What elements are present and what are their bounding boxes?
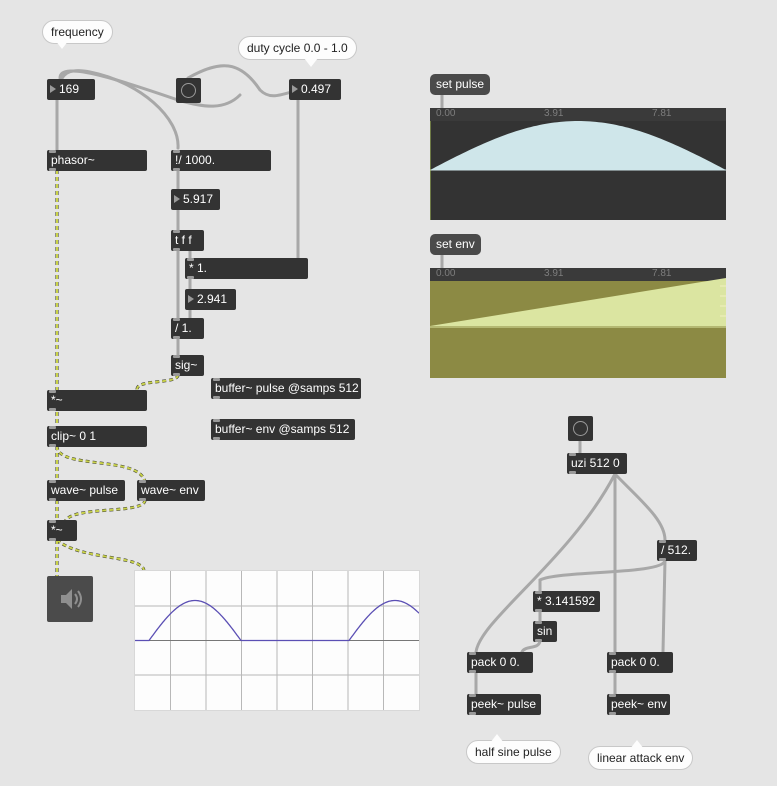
comment-half-sine-pulse: half sine pulse	[466, 740, 561, 764]
cord-div512-to-mulpi	[538, 558, 667, 594]
sig-object[interactable]: sig~	[171, 355, 204, 376]
sin-object[interactable]: sin	[533, 621, 557, 642]
comment-tail	[630, 740, 644, 749]
object-text: wave~ pulse	[51, 483, 119, 497]
object-text: pack 0 0.	[611, 655, 660, 669]
wave-pulse-object[interactable]: wave~ pulse	[47, 480, 125, 501]
object-text: !/ 1000.	[175, 153, 216, 167]
multiply-object[interactable]: * 1.	[185, 258, 308, 279]
object-text: *~	[51, 393, 63, 407]
object-text: clip~ 0 1	[51, 429, 97, 443]
comment-tail	[490, 734, 504, 743]
object-text: * 3.141592	[537, 594, 596, 608]
object-text: uzi 512 0	[571, 456, 620, 470]
object-text: buffer~ env @samps 512	[215, 422, 350, 436]
pack-object-2[interactable]: pack 0 0.	[607, 652, 673, 673]
patcher-canvas: frequency duty cycle 0.0 - 1.0 half sine…	[0, 0, 777, 786]
comment-tail	[304, 58, 318, 67]
uzi-bang-button[interactable]	[568, 416, 593, 441]
clip-object[interactable]: clip~ 0 1	[47, 426, 147, 447]
object-text: * 1.	[189, 261, 208, 275]
multiply-pi-object[interactable]: * 3.141592	[533, 591, 600, 612]
trigger-object[interactable]: t f f	[171, 230, 204, 251]
divide-object[interactable]: / 1.	[171, 318, 204, 339]
bang-button[interactable]	[176, 78, 201, 103]
object-text: t f f	[175, 233, 192, 247]
comment-duty-cycle: duty cycle 0.0 - 1.0	[238, 36, 357, 60]
signal-multiply-object[interactable]: *~	[47, 390, 147, 411]
object-text: peek~ pulse	[471, 697, 537, 711]
cord-bang-to-duty	[186, 64, 300, 98]
waveform-pulse[interactable]: 0.00 3.91 7.81	[430, 108, 726, 220]
speaker-icon	[61, 589, 82, 609]
duty-number[interactable]: 0.497	[289, 79, 341, 100]
dac-output[interactable]	[47, 576, 93, 622]
rdiv-object[interactable]: !/ 1000.	[171, 150, 271, 171]
comment-tail	[55, 40, 69, 49]
object-text: sin	[537, 624, 553, 638]
wave-env-object[interactable]: wave~ env	[137, 480, 205, 501]
frequency-number[interactable]: 169	[47, 79, 95, 100]
object-text: wave~ env	[141, 483, 199, 497]
comment-frequency: frequency	[42, 20, 113, 44]
pulse-width-number[interactable]: 2.941	[185, 289, 236, 310]
divide-512-object[interactable]: / 512.	[657, 540, 697, 561]
waveform-env[interactable]: 0.00 3.91 7.81	[430, 268, 726, 378]
object-text: buffer~ pulse @samps 512	[215, 381, 359, 395]
pack-object-1[interactable]: pack 0 0.	[467, 652, 533, 673]
peek-env-object[interactable]: peek~ env	[607, 694, 670, 715]
buffer-pulse-object[interactable]: buffer~ pulse @samps 512	[211, 378, 361, 399]
object-text: / 512.	[661, 543, 692, 557]
waveform-env-curve	[430, 278, 726, 328]
object-text: peek~ env	[611, 697, 667, 711]
waveform-pulse-curve	[430, 121, 726, 220]
cord-uzi-to-div512	[613, 472, 667, 542]
object-text: sig~	[175, 358, 198, 372]
set-pulse-message[interactable]: set pulse	[430, 74, 491, 95]
object-text: pack 0 0.	[471, 655, 520, 669]
oscilloscope	[134, 570, 420, 711]
peek-pulse-object[interactable]: peek~ pulse	[467, 694, 541, 715]
period-number[interactable]: 5.917	[171, 189, 220, 210]
object-text: phasor~	[51, 153, 95, 167]
scope-display	[135, 571, 420, 710]
object-text: / 1.	[175, 321, 192, 335]
cord-div512-to-pack2	[661, 558, 667, 654]
uzi-object[interactable]: uzi 512 0	[567, 453, 627, 474]
buffer-env-object[interactable]: buffer~ env @samps 512	[211, 419, 355, 440]
phasor-object[interactable]: phasor~	[47, 150, 147, 171]
comment-linear-attack-env: linear attack env	[588, 746, 694, 770]
object-text: *~	[51, 523, 63, 537]
signal-multiply-object-2[interactable]: *~	[47, 520, 77, 541]
set-env-message[interactable]: set env	[430, 234, 481, 255]
